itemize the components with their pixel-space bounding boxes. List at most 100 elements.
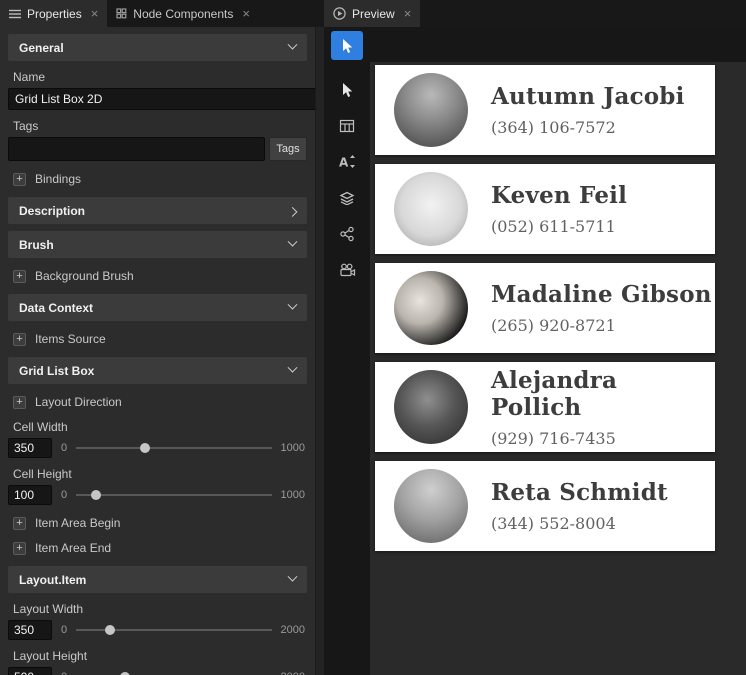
left-tabbar: Properties × Node Components × <box>0 0 324 27</box>
expander-label: Layout Direction <box>35 395 122 409</box>
node-graph-icon <box>339 226 355 242</box>
layers-icon <box>339 191 355 205</box>
background-brush-expander[interactable]: + Background Brush <box>13 269 302 283</box>
section-title: Data Context <box>19 301 93 315</box>
slider-max: 1000 <box>281 489 305 501</box>
slider-min: 0 <box>61 442 67 454</box>
components-icon <box>116 8 127 19</box>
cell-height-input[interactable] <box>8 485 52 505</box>
plus-icon[interactable]: + <box>13 173 26 186</box>
section-description[interactable]: Description <box>8 197 307 224</box>
layout-height-slider[interactable] <box>76 667 271 675</box>
preview-tabbar: Preview × <box>324 0 746 27</box>
slider-handle[interactable] <box>105 625 115 635</box>
list-item[interactable]: Madaline Gibson (265) 920-8721 <box>375 263 715 353</box>
list-item[interactable]: Keven Feil (052) 611-5711 <box>375 164 715 254</box>
contact-name: Autumn Jacobi <box>491 83 685 110</box>
item-area-begin-expander[interactable]: + Item Area Begin <box>13 516 302 530</box>
preview-toolbar: A <box>324 27 370 675</box>
svg-text:A: A <box>339 156 349 170</box>
table-tool-button[interactable] <box>331 111 363 140</box>
section-layout-item[interactable]: Layout.Item <box>8 566 307 593</box>
cell-height-row: 0 1000 <box>8 485 305 505</box>
tab-label: Node Components <box>133 7 233 21</box>
cell-width-slider[interactable] <box>76 438 271 458</box>
tags-button[interactable]: Tags <box>269 137 307 161</box>
plus-icon[interactable]: + <box>13 542 26 555</box>
layout-width-slider[interactable] <box>76 620 271 640</box>
layout-width-input[interactable] <box>8 620 52 640</box>
close-icon[interactable]: × <box>91 6 99 21</box>
slider-min: 0 <box>61 671 67 675</box>
section-title: Layout.Item <box>19 573 86 587</box>
layout-direction-expander[interactable]: + Layout Direction <box>13 395 302 409</box>
expander-label: Bindings <box>35 172 81 186</box>
section-title: General <box>19 41 64 55</box>
cell-height-slider[interactable] <box>76 485 271 505</box>
slider-handle[interactable] <box>91 490 101 500</box>
close-icon[interactable]: × <box>404 6 412 21</box>
slider-handle[interactable] <box>140 443 150 453</box>
app-window: Properties × Node Components × General N… <box>0 0 746 675</box>
select-tool-button[interactable] <box>331 31 363 60</box>
text-tool-button[interactable]: A <box>331 147 363 176</box>
list-item[interactable]: Autumn Jacobi (364) 106-7572 <box>375 65 715 155</box>
play-circle-icon <box>333 7 346 20</box>
camera-icon <box>339 263 356 277</box>
plus-icon[interactable]: + <box>13 517 26 530</box>
plus-icon[interactable]: + <box>13 270 26 283</box>
contact-name: Madaline Gibson <box>491 281 712 308</box>
plus-icon[interactable]: + <box>13 396 26 409</box>
chevron-down-icon <box>288 40 298 50</box>
avatar <box>394 172 468 246</box>
tags-input[interactable] <box>8 137 265 161</box>
tab-label: Preview <box>352 7 395 21</box>
name-label: Name <box>13 70 302 84</box>
section-grid-list-box[interactable]: Grid List Box <box>8 357 307 384</box>
tab-node-components[interactable]: Node Components × <box>107 0 259 27</box>
tab-properties[interactable]: Properties × <box>0 0 107 27</box>
node-graph-tool-button[interactable] <box>331 219 363 248</box>
tab-label: Properties <box>27 7 82 21</box>
camera-tool-button[interactable] <box>331 255 363 284</box>
preview-top-toolbar <box>370 27 746 62</box>
contact-name: Alejandra Pollich <box>491 367 715 421</box>
list-item[interactable]: Alejandra Pollich (929) 716-7435 <box>375 362 715 452</box>
layers-tool-button[interactable] <box>331 183 363 212</box>
contact-phone: (929) 716-7435 <box>491 429 715 448</box>
chevron-down-icon <box>288 237 298 247</box>
table-icon <box>339 119 355 133</box>
layout-height-input[interactable] <box>8 667 52 675</box>
close-icon[interactable]: × <box>242 6 250 21</box>
layout-height-label: Layout Height <box>13 649 302 663</box>
section-general[interactable]: General <box>8 34 307 61</box>
preview-canvas: Autumn Jacobi (364) 106-7572 Keven Feil … <box>370 62 746 675</box>
tags-label: Tags <box>13 119 302 133</box>
select-tool-icon <box>339 38 355 54</box>
avatar <box>394 370 468 444</box>
avatar <box>394 271 468 345</box>
tab-preview[interactable]: Preview × <box>324 0 420 27</box>
section-title: Description <box>19 204 85 218</box>
items-source-expander[interactable]: + Items Source <box>13 332 302 346</box>
cell-width-input[interactable] <box>8 438 52 458</box>
list-icon <box>9 9 21 19</box>
contact-name: Reta Schmidt <box>491 479 668 506</box>
text-tool-icon: A <box>339 154 356 169</box>
name-input[interactable] <box>8 88 315 110</box>
contact-phone: (344) 552-8004 <box>491 514 668 533</box>
expander-label: Item Area End <box>35 541 111 555</box>
bindings-expander[interactable]: + Bindings <box>13 172 302 186</box>
section-brush[interactable]: Brush <box>8 231 307 258</box>
contact-phone: (265) 920-8721 <box>491 316 712 335</box>
item-area-end-expander[interactable]: + Item Area End <box>13 541 302 555</box>
properties-scrollbar[interactable] <box>315 27 324 675</box>
slider-min: 0 <box>61 624 67 636</box>
contact-phone: (052) 611-5711 <box>491 217 627 236</box>
pointer-tool-button[interactable] <box>331 75 363 104</box>
plus-icon[interactable]: + <box>13 333 26 346</box>
chevron-down-icon <box>288 363 298 373</box>
list-item[interactable]: Reta Schmidt (344) 552-8004 <box>375 461 715 551</box>
layout-width-label: Layout Width <box>13 602 302 616</box>
section-data-context[interactable]: Data Context <box>8 294 307 321</box>
